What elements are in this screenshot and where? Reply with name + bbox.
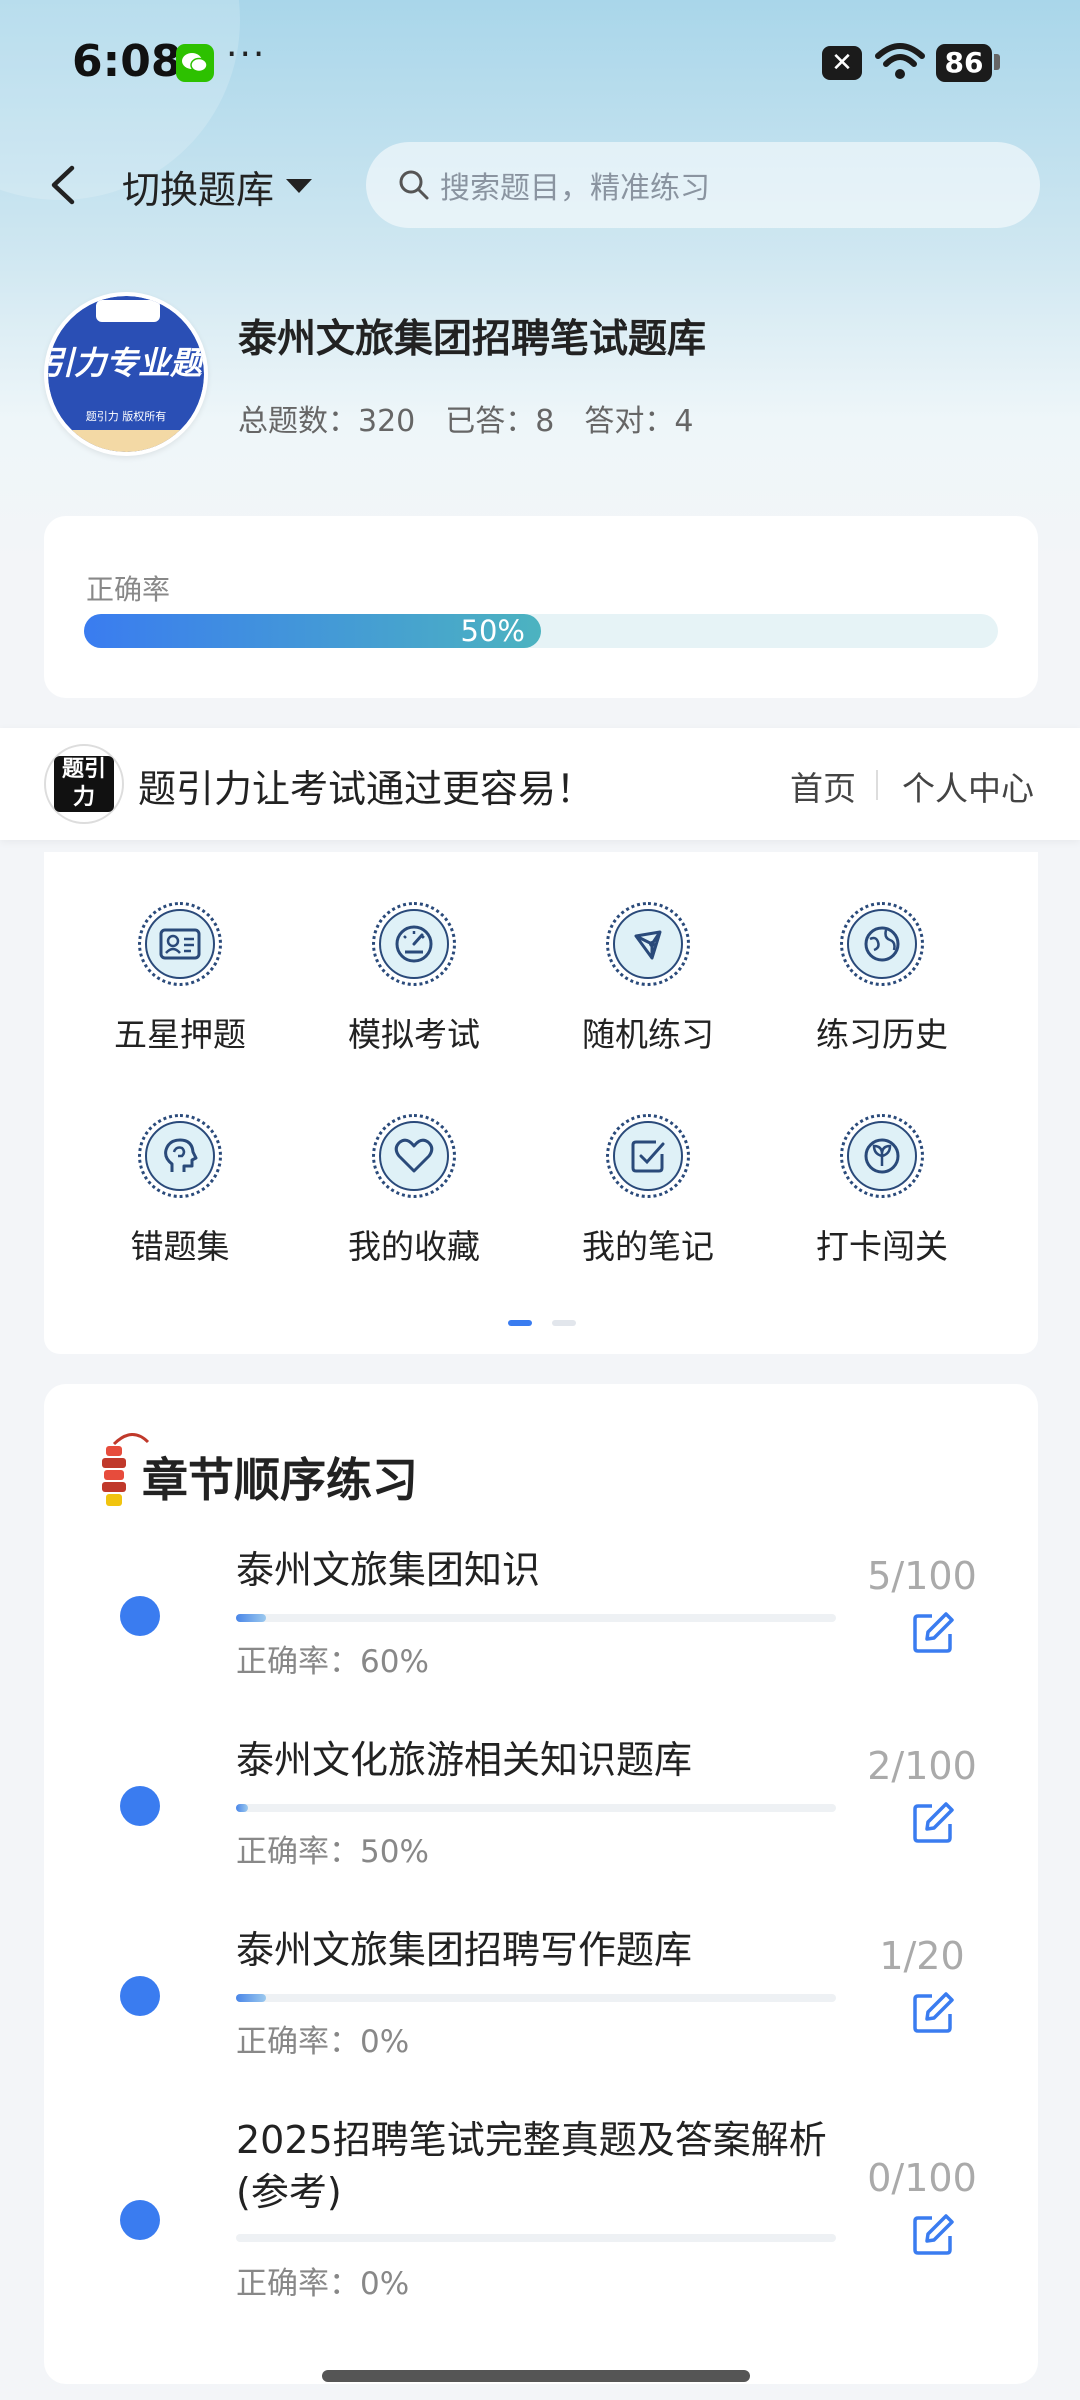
feature-label: 五星押题: [114, 1015, 246, 1054]
chapter-bullet: [120, 1786, 160, 1826]
chapter-name: 泰州文化旅游相关知识题库: [236, 1738, 693, 1782]
brand-logo: 题引力: [44, 744, 124, 824]
feature-five-star[interactable]: 五星押题: [80, 902, 280, 1062]
promo-slogan: 题引力让考试通过更容易！: [138, 767, 595, 811]
battery-tip: [994, 54, 1000, 70]
feature-check-in[interactable]: 打卡闯关: [782, 1114, 982, 1274]
feature-label: 我的笔记: [582, 1227, 714, 1266]
logo-badge: [96, 300, 160, 322]
stat-answered: 已答：8: [445, 404, 555, 439]
feature-my-notes[interactable]: 我的笔记: [548, 1114, 748, 1274]
switch-bank-dropdown[interactable]: 切换题库: [122, 156, 313, 216]
bank-title: 泰州文旅集团招聘笔试题库: [238, 317, 707, 362]
chapter-count: 0/100: [867, 2156, 977, 2200]
chapter-section-title: 章节顺序练习: [142, 1453, 418, 1507]
chapter-progress-bar: [236, 1994, 836, 2002]
brand-logo-text: 题引力: [54, 756, 114, 812]
chapter-progress-fill: [236, 1614, 266, 1622]
logo-stripe: [48, 430, 204, 452]
chapter-bullet: [120, 2200, 160, 2240]
chapter-accuracy: 正确率：60%: [236, 1644, 429, 1680]
chapter-practice-card: 章节顺序练习 泰州文旅集团知识 正确率：60% 5/100 泰州文化旅游相关知识…: [44, 1384, 1038, 2384]
home-link[interactable]: 首页: [790, 762, 856, 810]
bank-logo: 引力专业题 题引力 版权所有: [44, 292, 208, 456]
accuracy-value: 50%: [460, 614, 525, 648]
feature-mock-exam[interactable]: 模拟考试: [314, 902, 514, 1062]
heart-icon: [379, 1121, 449, 1191]
chapter-name: 泰州文旅集团知识: [236, 1548, 541, 1592]
pager-dot-active[interactable]: [508, 1320, 532, 1326]
chapter-progress-bar: [236, 1804, 836, 1812]
chapter-progress-bar: [236, 2234, 836, 2242]
accuracy-label: 正确率: [86, 573, 171, 606]
gauge-icon: [379, 909, 449, 979]
status-bar: 6:08 ··· ✕ 86: [0, 0, 1080, 130]
feature-label: 练习历史: [816, 1015, 948, 1054]
promo-bar: 题引力 题引力让考试通过更容易！ 首页 个人中心: [0, 728, 1080, 840]
chapter-count: 2/100: [867, 1744, 977, 1788]
feature-label: 打卡闯关: [816, 1227, 948, 1266]
feature-grid: 五星押题 模拟考试 随机练习 练习历史 错题集 我的收藏 我的笔记 打卡闯关: [44, 852, 1038, 1354]
head-icon: [145, 1121, 215, 1191]
checkbox-icon: [613, 1121, 683, 1191]
id-card-icon: [145, 909, 215, 979]
battery-icon: 86: [936, 44, 992, 82]
search-icon: [399, 170, 429, 200]
chapter-item[interactable]: 2025招聘笔试完整真题及答案解析(参考) 正确率：0% 0/100: [44, 2114, 1038, 2334]
chapter-name: 泰州文旅集团招聘写作题库: [236, 1928, 693, 1972]
home-indicator[interactable]: [322, 2370, 750, 2382]
feature-label: 错题集: [130, 1227, 230, 1266]
globe-icon: [847, 909, 917, 979]
chapter-item[interactable]: 泰州文旅集团招聘写作题库 正确率：0% 1/20: [44, 1924, 1038, 2084]
stat-correct: 答对：4: [584, 404, 694, 439]
link-divider: [876, 770, 878, 800]
caret-down-icon: [286, 179, 313, 193]
bank-stats: 总题数：320 已答：8 答对：4: [238, 396, 723, 440]
back-button[interactable]: [40, 160, 90, 210]
feature-wrong-questions[interactable]: 错题集: [80, 1114, 280, 1274]
chapter-accuracy: 正确率：0%: [236, 2024, 410, 2060]
chapter-bullet: [120, 1596, 160, 1636]
accuracy-progress-fill: 50%: [84, 614, 541, 648]
status-time: 6:08: [72, 36, 182, 87]
chapter-name: 2025招聘笔试完整真题及答案解析(参考): [236, 2118, 827, 2214]
switch-bank-label: 切换题库: [122, 167, 275, 212]
chapter-progress-fill: [236, 1994, 266, 2002]
chapter-count: 1/20: [879, 1934, 965, 1978]
stat-total: 总题数：320: [238, 404, 416, 439]
chapter-accuracy: 正确率：0%: [236, 2266, 410, 2302]
edit-icon[interactable]: [910, 1800, 956, 1846]
profile-link[interactable]: 个人中心: [902, 762, 1034, 810]
chapter-item[interactable]: 泰州文旅集团知识 正确率：60% 5/100: [44, 1544, 1038, 1704]
feature-label: 模拟考试: [348, 1015, 480, 1054]
chapter-accuracy: 正确率：50%: [236, 1834, 429, 1870]
chapter-progress-fill: [236, 1804, 248, 1812]
network-icon: [613, 909, 683, 979]
more-notifications-icon: ···: [226, 34, 267, 75]
sprout-icon: [847, 1121, 917, 1191]
chapter-progress-bar: [236, 1614, 836, 1622]
wechat-icon: [176, 44, 214, 82]
search-placeholder: 搜索题目，精准练习: [440, 171, 710, 206]
wifi-icon: [875, 43, 925, 79]
mute-icon: ✕: [822, 46, 862, 80]
accuracy-card: 正确率 50%: [44, 516, 1038, 698]
edit-icon[interactable]: [910, 1990, 956, 2036]
edit-icon[interactable]: [910, 2212, 956, 2258]
accuracy-progress-bar: 50%: [84, 614, 998, 648]
chapter-item[interactable]: 泰州文化旅游相关知识题库 正确率：50% 2/100: [44, 1734, 1038, 1894]
feature-label: 我的收藏: [348, 1227, 480, 1266]
logo-text: 引力专业题: [48, 344, 203, 382]
feature-label: 随机练习: [582, 1015, 714, 1054]
pager-dot[interactable]: [552, 1320, 576, 1326]
feature-practice-history[interactable]: 练习历史: [782, 902, 982, 1062]
feature-favorites[interactable]: 我的收藏: [314, 1114, 514, 1274]
search-input[interactable]: 搜索题目，精准练习: [366, 142, 1040, 228]
logo-subtext: 题引力 版权所有: [85, 410, 167, 423]
chapter-bullet: [120, 1976, 160, 2016]
chapter-count: 5/100: [867, 1554, 977, 1598]
edit-icon[interactable]: [910, 1610, 956, 1656]
feature-random-practice[interactable]: 随机练习: [548, 902, 748, 1062]
